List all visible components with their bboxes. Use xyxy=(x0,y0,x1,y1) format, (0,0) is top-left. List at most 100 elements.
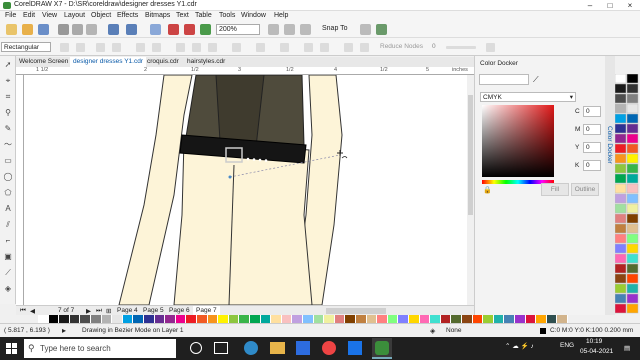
import-icon[interactable] xyxy=(168,24,179,35)
vertical-scrollbar[interactable] xyxy=(467,75,474,305)
lock-icon[interactable]: 🔒 xyxy=(483,186,492,194)
ellipse-icon[interactable]: ◯ xyxy=(3,172,13,182)
palette-swatch[interactable] xyxy=(614,73,627,84)
crop-icon[interactable]: ⌗ xyxy=(3,92,13,102)
palette-swatch[interactable] xyxy=(112,315,123,323)
palette-swatch[interactable] xyxy=(614,283,627,294)
palette-swatch[interactable] xyxy=(626,213,639,224)
palette-swatch[interactable] xyxy=(626,173,639,184)
reduce-nodes-button[interactable]: Reduce Nodes xyxy=(380,43,423,50)
vertical-color-palette[interactable] xyxy=(614,73,640,314)
extend-curve-icon[interactable] xyxy=(256,43,265,52)
palette-swatch[interactable] xyxy=(122,315,134,323)
prev-page-icon[interactable]: ◀ xyxy=(30,307,35,315)
publish-pdf-icon[interactable] xyxy=(200,24,211,35)
palette-swatch[interactable] xyxy=(614,103,627,114)
palette-swatches[interactable] xyxy=(614,73,640,314)
smoothness-slider[interactable] xyxy=(446,46,476,49)
palette-swatch[interactable] xyxy=(626,183,639,194)
cut-icon[interactable] xyxy=(58,24,69,35)
maximize-button[interactable]: □ xyxy=(600,0,620,11)
color-palette[interactable] xyxy=(38,315,568,323)
palette-swatch[interactable] xyxy=(557,315,568,323)
eyedropper-icon[interactable]: ⟋ xyxy=(3,268,13,278)
delete-node-icon[interactable] xyxy=(76,43,85,52)
palette-swatch[interactable] xyxy=(614,203,627,214)
palette-swatch[interactable] xyxy=(614,93,627,104)
palette-swatch[interactable] xyxy=(614,163,627,174)
palette-swatch[interactable] xyxy=(614,233,627,244)
palette-swatch[interactable] xyxy=(614,303,627,314)
taskbar-search-input[interactable]: ⚲ Type here to search xyxy=(24,339,176,358)
palette-swatch[interactable] xyxy=(69,315,81,323)
shape-tool-icon[interactable]: ⌖ xyxy=(3,76,13,86)
palette-swatch[interactable] xyxy=(626,253,639,264)
palette-swatch[interactable] xyxy=(409,315,420,323)
palette-swatch[interactable] xyxy=(483,315,494,323)
stretch-nodes-icon[interactable] xyxy=(304,43,313,52)
palette-swatch[interactable] xyxy=(626,263,639,274)
palette-swatch[interactable] xyxy=(614,293,627,304)
break-curve-icon[interactable] xyxy=(112,43,121,52)
palette-swatch[interactable] xyxy=(626,133,639,144)
reflect-nodes-icon[interactable] xyxy=(360,43,369,52)
fill-icon[interactable]: ◈ xyxy=(3,284,13,294)
freehand-icon[interactable]: ✎ xyxy=(3,124,13,134)
palette-swatch[interactable] xyxy=(398,315,409,323)
next-page-icon[interactable]: ▶ xyxy=(86,307,91,315)
palette-swatch[interactable] xyxy=(430,315,441,323)
palette-swatch[interactable] xyxy=(48,315,60,323)
palette-swatch[interactable] xyxy=(80,315,91,323)
palette-swatch[interactable] xyxy=(614,253,627,264)
palette-swatch[interactable] xyxy=(626,273,639,284)
palette-swatch[interactable] xyxy=(228,315,240,323)
menu-object[interactable]: Object xyxy=(91,12,111,19)
align-nodes-icon[interactable] xyxy=(344,43,353,52)
palette-swatch[interactable] xyxy=(472,315,484,323)
clock-time[interactable]: 10:19 xyxy=(586,338,602,345)
palette-swatch[interactable] xyxy=(546,315,558,323)
join-nodes-icon[interactable] xyxy=(96,43,105,52)
menu-file[interactable]: File xyxy=(5,12,16,19)
copy-icon[interactable] xyxy=(72,24,83,35)
docker-side-tab[interactable]: Color Docker xyxy=(606,126,613,164)
chrome-icon[interactable] xyxy=(322,341,336,355)
polygon-icon[interactable]: ⬠ xyxy=(3,188,13,198)
rectangle-icon[interactable]: ▭ xyxy=(3,156,13,166)
task-view-icon[interactable] xyxy=(214,342,228,354)
shadow-icon[interactable]: ▣ xyxy=(3,252,13,262)
export-icon[interactable] xyxy=(184,24,195,35)
palette-swatch[interactable] xyxy=(614,183,627,194)
palette-swatch[interactable] xyxy=(440,315,452,323)
reverse-direction-icon[interactable] xyxy=(232,43,241,52)
to-curve-icon[interactable] xyxy=(152,43,161,52)
eyedropper-icon[interactable]: ⟋ xyxy=(533,75,539,85)
horizontal-ruler[interactable]: 1 1/2 2 1/2 3 1/2 4 1/2 5 inches xyxy=(16,67,474,75)
smooth-node-icon[interactable] xyxy=(192,43,201,52)
cyan-input[interactable]: 0 xyxy=(583,106,601,117)
show-grid-icon[interactable] xyxy=(300,24,311,35)
palette-swatch[interactable] xyxy=(614,123,627,134)
palette-swatch[interactable] xyxy=(504,315,515,323)
palette-swatch[interactable] xyxy=(59,315,70,323)
text-icon[interactable]: A xyxy=(3,204,13,214)
palette-swatch[interactable] xyxy=(313,315,325,323)
menu-view[interactable]: View xyxy=(42,12,57,19)
palette-swatch[interactable] xyxy=(626,283,639,294)
palette-swatch[interactable] xyxy=(614,243,627,254)
palette-swatch[interactable] xyxy=(493,315,505,323)
palette-swatch[interactable] xyxy=(281,315,293,323)
palette-swatch[interactable] xyxy=(626,163,639,174)
palette-swatch[interactable] xyxy=(614,83,627,94)
palette-swatch[interactable] xyxy=(525,315,537,323)
symmetrical-node-icon[interactable] xyxy=(208,43,217,52)
search-content-icon[interactable] xyxy=(150,24,161,35)
menu-window[interactable]: Window xyxy=(241,12,266,19)
palette-swatch[interactable] xyxy=(626,143,639,154)
zoom-icon[interactable]: ⚲ xyxy=(3,108,13,118)
palette-swatch[interactable] xyxy=(91,315,102,323)
vertical-ruler[interactable] xyxy=(16,75,24,305)
palette-swatch[interactable] xyxy=(626,93,639,104)
tray-icons[interactable]: ⌃ ☁ ⚡ ♪ xyxy=(505,342,534,350)
palette-swatch[interactable] xyxy=(175,315,187,323)
